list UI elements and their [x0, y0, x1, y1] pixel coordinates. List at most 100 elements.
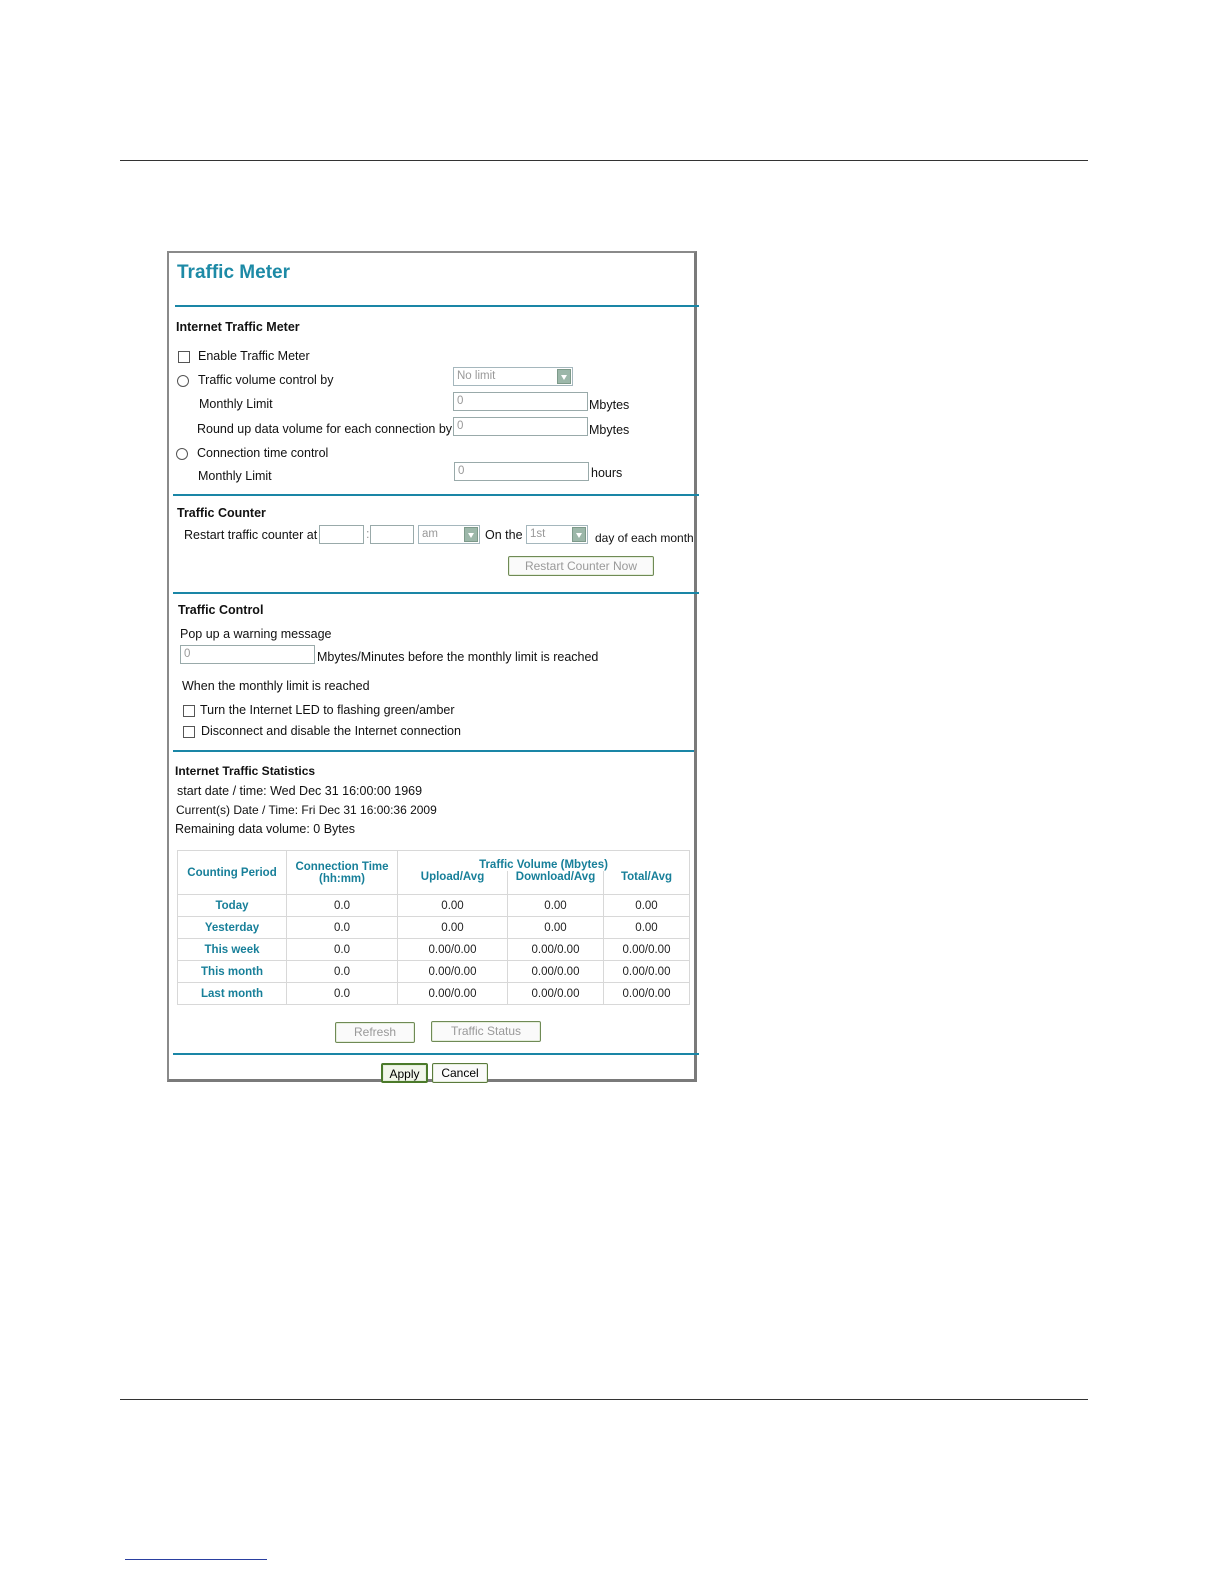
refresh-button[interactable]: Refresh: [335, 1022, 415, 1043]
row-period: This week: [177, 938, 287, 961]
popup-warning-label: Pop up a warning message: [180, 627, 332, 641]
limit-reached-label: When the monthly limit is reached: [182, 679, 370, 693]
footer-link-underline: [125, 1559, 267, 1560]
page-title: Traffic Meter: [177, 262, 290, 283]
enable-traffic-meter-checkbox[interactable]: [178, 351, 190, 363]
table-header-row: Counting Period Connection Time (hh:mm) …: [177, 850, 690, 895]
time-control-radio[interactable]: [176, 448, 188, 460]
row-period: Today: [177, 894, 287, 917]
header-upload: Upload/Avg: [397, 871, 508, 895]
time-separator: :: [366, 527, 370, 541]
traffic-status-button[interactable]: Traffic Status: [431, 1021, 541, 1042]
counter-divider: [173, 592, 699, 594]
control-divider: [173, 750, 694, 752]
row-download: 0.00/0.00: [507, 960, 604, 983]
am-pm-select[interactable]: am: [418, 525, 480, 544]
volume-control-select[interactable]: No limit: [453, 367, 573, 386]
header-connection-time-unit: (hh:mm): [319, 872, 365, 885]
monthly-limit-input[interactable]: 0: [453, 392, 588, 411]
row-total: 0.00/0.00: [603, 938, 690, 961]
chevron-down-icon[interactable]: [464, 527, 478, 542]
restart-counter-label: Restart traffic counter at: [184, 528, 318, 542]
header-connection-time-label: Connection Time: [295, 860, 389, 873]
row-download: 0.00: [507, 894, 604, 917]
round-up-unit: Mbytes: [589, 423, 630, 437]
start-date-line: start date / time: Wed Dec 31 16:00:00 1…: [177, 784, 423, 798]
restart-hour-input[interactable]: [319, 525, 364, 544]
table-row: This week 0.0 0.00/0.00 0.00/0.00 0.00/0…: [177, 938, 690, 961]
am-pm-value: am: [422, 528, 438, 540]
row-time: 0.0: [286, 894, 398, 917]
row-upload: 0.00/0.00: [397, 938, 508, 961]
volume-control-value: No limit: [457, 370, 496, 382]
row-time: 0.0: [286, 960, 398, 983]
header-traffic-volume: Traffic Volume (Mbytes): [397, 850, 690, 871]
row-time: 0.0: [286, 938, 398, 961]
row-period: Last month: [177, 982, 287, 1005]
meter-divider: [173, 494, 699, 496]
traffic-statistics-table: Counting Period Connection Time (hh:mm) …: [177, 850, 690, 1005]
led-flash-label: Turn the Internet LED to flashing green/…: [200, 703, 455, 717]
row-total: 0.00/0.00: [603, 982, 690, 1005]
day-suffix-label: day of each month: [595, 531, 694, 545]
restart-counter-now-button[interactable]: Restart Counter Now: [508, 556, 654, 576]
row-period: Yesterday: [177, 916, 287, 939]
footer-divider: [173, 1053, 699, 1055]
row-upload: 0.00/0.00: [397, 982, 508, 1005]
row-period: This month: [177, 960, 287, 983]
volume-control-label: Traffic volume control by: [198, 373, 334, 387]
volume-control-radio[interactable]: [177, 375, 189, 387]
led-flash-checkbox[interactable]: [183, 705, 195, 717]
monthly-limit-label: Monthly Limit: [199, 397, 273, 411]
row-download: 0.00: [507, 916, 604, 939]
table-row: Today 0.0 0.00 0.00 0.00: [177, 894, 690, 917]
day-select[interactable]: 1st: [526, 525, 588, 544]
time-limit-unit: hours: [591, 466, 623, 480]
row-upload: 0.00: [397, 894, 508, 917]
table-row: Yesterday 0.0 0.00 0.00 0.00: [177, 916, 690, 939]
row-total: 0.00: [603, 916, 690, 939]
top-page-rule: [120, 160, 1088, 161]
apply-button[interactable]: Apply: [381, 1063, 428, 1083]
day-value: 1st: [530, 528, 546, 540]
warning-threshold-input[interactable]: 0: [180, 645, 315, 664]
table-row: Last month 0.0 0.00/0.00 0.00/0.00 0.00/…: [177, 982, 690, 1005]
warning-suffix-label: Mbytes/Minutes before the monthly limit …: [317, 650, 599, 664]
chevron-down-icon[interactable]: [572, 527, 586, 542]
monthly-limit-unit: Mbytes: [589, 398, 630, 412]
statistics-section-title: Internet Traffic Statistics: [175, 764, 316, 778]
bottom-page-rule: [120, 1399, 1088, 1400]
row-time: 0.0: [286, 982, 398, 1005]
disconnect-label: Disconnect and disable the Internet conn…: [201, 724, 461, 738]
row-download: 0.00/0.00: [507, 938, 604, 961]
on-the-label: On the: [485, 528, 523, 542]
title-divider: [175, 305, 699, 307]
row-upload: 0.00: [397, 916, 508, 939]
remaining-volume-line: Remaining data volume: 0 Bytes: [175, 822, 355, 836]
row-time: 0.0: [286, 916, 398, 939]
enable-traffic-meter-label: Enable Traffic Meter: [198, 349, 310, 363]
round-up-label: Round up data volume for each connection…: [197, 422, 453, 436]
cancel-button[interactable]: Cancel: [432, 1063, 488, 1083]
time-limit-input[interactable]: 0: [454, 462, 589, 481]
header-total: Total/Avg: [603, 871, 690, 895]
round-up-input[interactable]: 0: [453, 417, 588, 436]
header-connection-time: Connection Time (hh:mm): [286, 850, 398, 895]
time-control-label: Connection time control: [197, 446, 329, 460]
counter-section-title: Traffic Counter: [177, 506, 266, 520]
current-date-line: Current(s) Date / Time: Fri Dec 31 16:00…: [176, 803, 437, 817]
chevron-down-icon[interactable]: [557, 369, 571, 384]
meter-section-title: Internet Traffic Meter: [176, 320, 300, 334]
row-total: 0.00: [603, 894, 690, 917]
restart-minute-input[interactable]: [370, 525, 414, 544]
table-row: This month 0.0 0.00/0.00 0.00/0.00 0.00/…: [177, 960, 690, 983]
row-total: 0.00/0.00: [603, 960, 690, 983]
row-download: 0.00/0.00: [507, 982, 604, 1005]
disconnect-checkbox[interactable]: [183, 726, 195, 738]
header-counting-period: Counting Period: [177, 850, 287, 895]
traffic-meter-panel: Traffic Meter Internet Traffic Meter Ena…: [167, 251, 699, 1083]
row-upload: 0.00/0.00: [397, 960, 508, 983]
control-section-title: Traffic Control: [178, 603, 264, 617]
time-limit-label: Monthly Limit: [198, 469, 272, 483]
header-download: Download/Avg: [507, 871, 604, 895]
